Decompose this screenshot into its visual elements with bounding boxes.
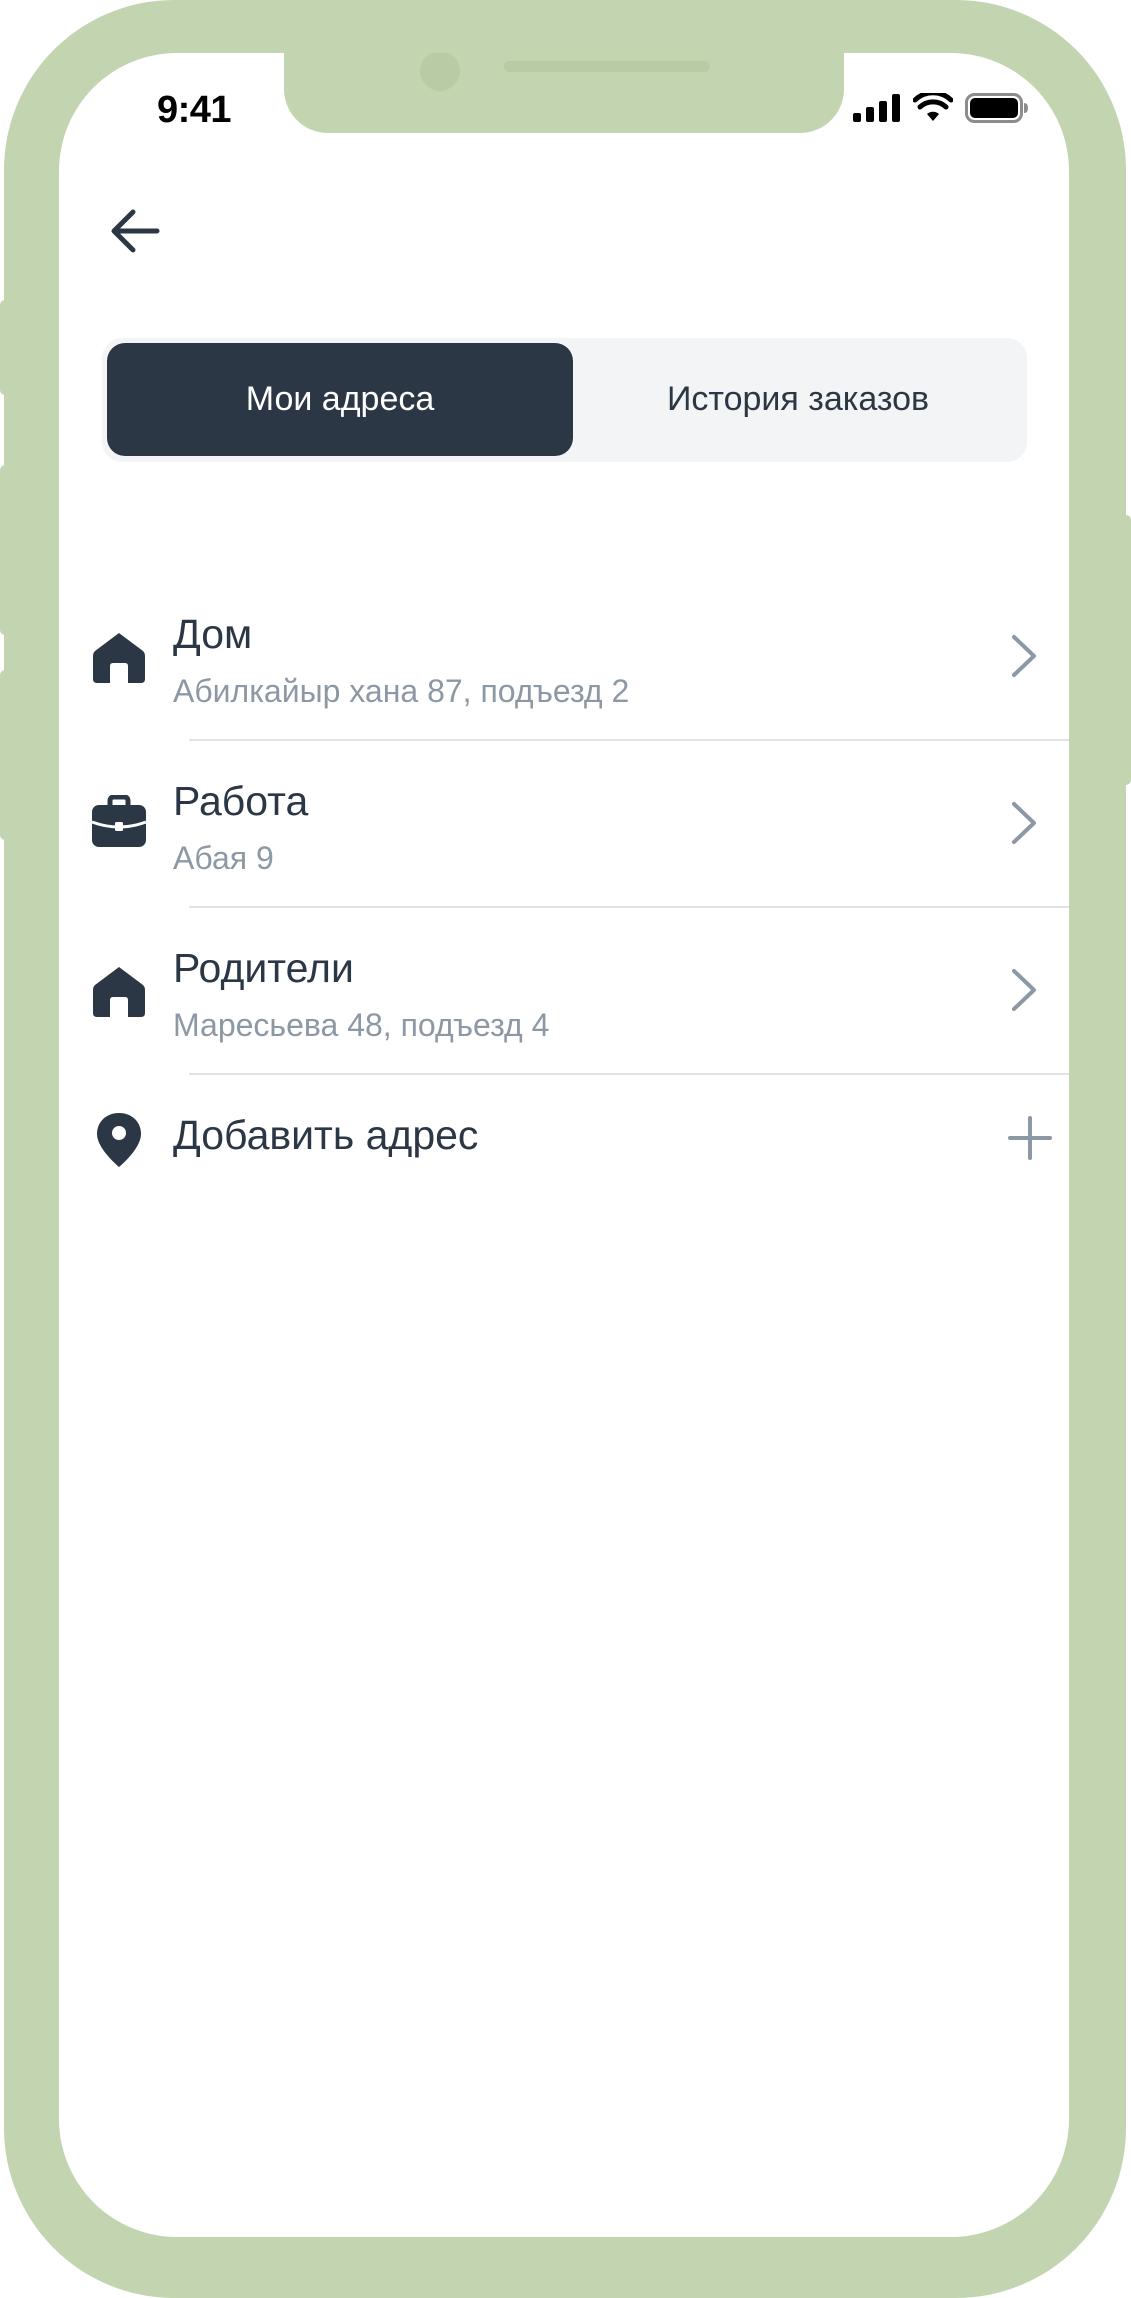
home-icon (91, 629, 147, 685)
address-title: Работа (173, 778, 309, 824)
address-item-home[interactable]: Дом Абилкайыр хана 87, подъезд 2 (59, 573, 1069, 741)
camera (420, 53, 460, 91)
add-address-label: Добавить адрес (173, 1112, 479, 1158)
briefcase-icon (91, 794, 147, 850)
address-item-work[interactable]: Работа Абая 9 (59, 740, 1069, 908)
wifi-icon (912, 89, 954, 128)
back-button[interactable] (105, 203, 165, 263)
volume-down-button (0, 670, 10, 840)
mute-switch (0, 300, 10, 395)
plus-icon (1005, 1110, 1055, 1166)
address-item-parents[interactable]: Родители Маресьева 48, подъезд 4 (59, 907, 1069, 1075)
speaker (504, 61, 710, 72)
address-subtitle: Маресьева 48, подъезд 4 (173, 1007, 550, 1043)
home-icon (91, 963, 147, 1019)
address-subtitle: Абая 9 (173, 840, 274, 876)
app-screen: 9:41 Мои адреса История заказов Дом Абил… (59, 53, 1069, 2237)
tab-my-addresses[interactable]: Мои адреса (107, 343, 573, 456)
add-address-button[interactable]: Добавить адрес (59, 1074, 1069, 1204)
notch (284, 53, 844, 133)
volume-up-button (0, 465, 10, 635)
address-title: Дом (173, 611, 253, 657)
tab-order-history[interactable]: История заказов (573, 343, 1023, 456)
address-title: Родители (173, 945, 354, 991)
power-button (1121, 515, 1131, 785)
cellular-signal-icon (853, 93, 901, 127)
arrow-left-icon (109, 208, 161, 259)
battery-icon (965, 92, 1029, 128)
address-subtitle: Абилкайыр хана 87, подъезд 2 (173, 673, 630, 709)
location-pin-icon (91, 1112, 147, 1168)
stage: 9:41 Мои адреса История заказов Дом Абил… (0, 0, 1131, 2298)
status-time: 9:41 (157, 89, 232, 131)
chevron-right-icon (999, 628, 1049, 684)
segmented-control: Мои адреса История заказов (102, 338, 1027, 462)
chevron-right-icon (999, 962, 1049, 1018)
status-icons (853, 89, 1029, 128)
chevron-right-icon (999, 795, 1049, 851)
